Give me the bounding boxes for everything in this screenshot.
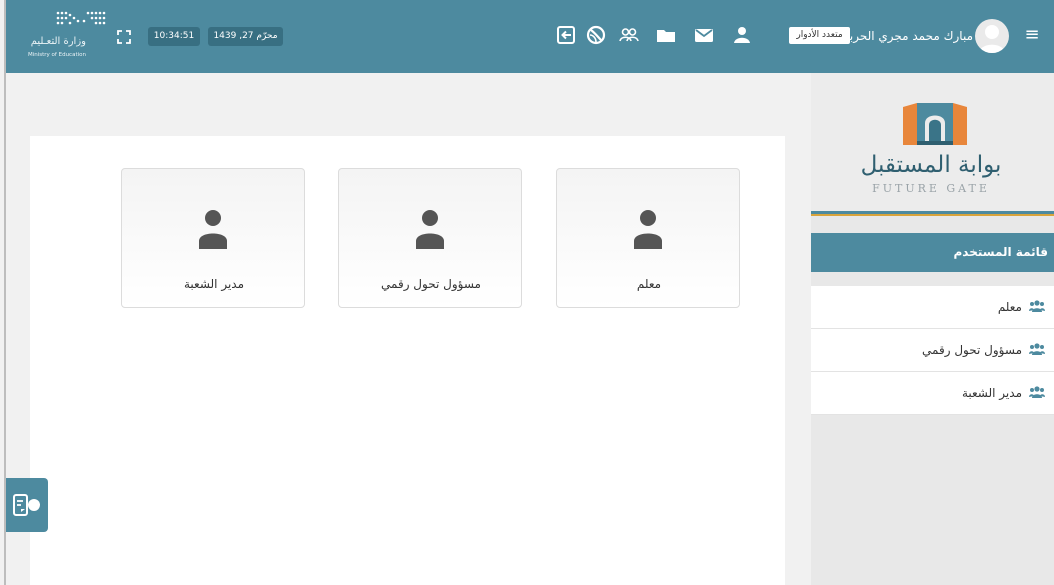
user-icon[interactable] <box>731 24 753 46</box>
user-icon <box>197 209 229 249</box>
time-display: 10:34:51 <box>148 27 200 46</box>
avatar-person-icon <box>979 25 1005 53</box>
role-card-label: مسؤول تحول رقمي <box>381 277 481 291</box>
user-avatar[interactable] <box>975 19 1009 53</box>
role-card-label: مدير الشعبة <box>183 277 245 291</box>
ministry-of-education-logo: وزارة التعـليم Ministry of Education <box>14 9 114 63</box>
sidebar-item-label: مدير الشعبة <box>961 386 1022 400</box>
future-gate-english-title: FUTURE GATE <box>872 182 990 195</box>
role-card-label: معلم <box>636 277 662 291</box>
support-button[interactable] <box>6 478 48 532</box>
globe-icon[interactable] <box>585 24 607 46</box>
user-menu-title: قائمة المستخدم <box>811 233 1054 272</box>
sidebar-item-division-manager[interactable]: مدير الشعبة <box>811 372 1054 415</box>
user-icon <box>414 209 446 249</box>
group-icon[interactable] <box>618 24 640 46</box>
date-display: محرّم 27, 1439 <box>208 27 283 46</box>
user-name[interactable]: مبارك محمد مجري الحربي <box>840 26 973 46</box>
mail-icon[interactable] <box>693 24 715 46</box>
sidebar-item-digital-transformation-officer[interactable]: مسؤول تحول رقمي <box>811 329 1054 372</box>
future-gate-arabic-title: بوابة المستقبل <box>860 152 1002 178</box>
users-icon <box>1029 342 1045 356</box>
future-gate-logo-icon <box>903 103 967 145</box>
menu-icon[interactable]: ≡ <box>1021 25 1043 45</box>
role-card-teacher[interactable]: معلم <box>556 168 740 308</box>
role-card-digital-transformation-officer[interactable]: مسؤول تحول رقمي <box>338 168 522 308</box>
sidebar-item-label: مسؤول تحول رقمي <box>922 343 1022 357</box>
role-badge[interactable]: متعدد الأدوار <box>789 27 850 44</box>
users-icon <box>1029 299 1045 313</box>
ministry-logo-english: Ministry of Education <box>27 52 86 58</box>
sidebar-item-teacher[interactable]: معلم <box>811 286 1054 329</box>
sidebar-divider-gold <box>811 214 1054 216</box>
ministry-logo-arabic: وزارة التعـليم <box>30 36 86 47</box>
sidebar-item-label: معلم <box>997 300 1022 314</box>
role-card-division-manager[interactable]: مدير الشعبة <box>121 168 305 308</box>
user-icon <box>632 209 664 249</box>
users-icon <box>1029 385 1045 399</box>
ministry-logo-dots-icon <box>56 11 106 25</box>
fullscreen-icon[interactable] <box>116 29 132 45</box>
support-icon <box>13 494 40 516</box>
logout-icon[interactable] <box>555 24 577 46</box>
folder-icon[interactable] <box>655 24 677 46</box>
